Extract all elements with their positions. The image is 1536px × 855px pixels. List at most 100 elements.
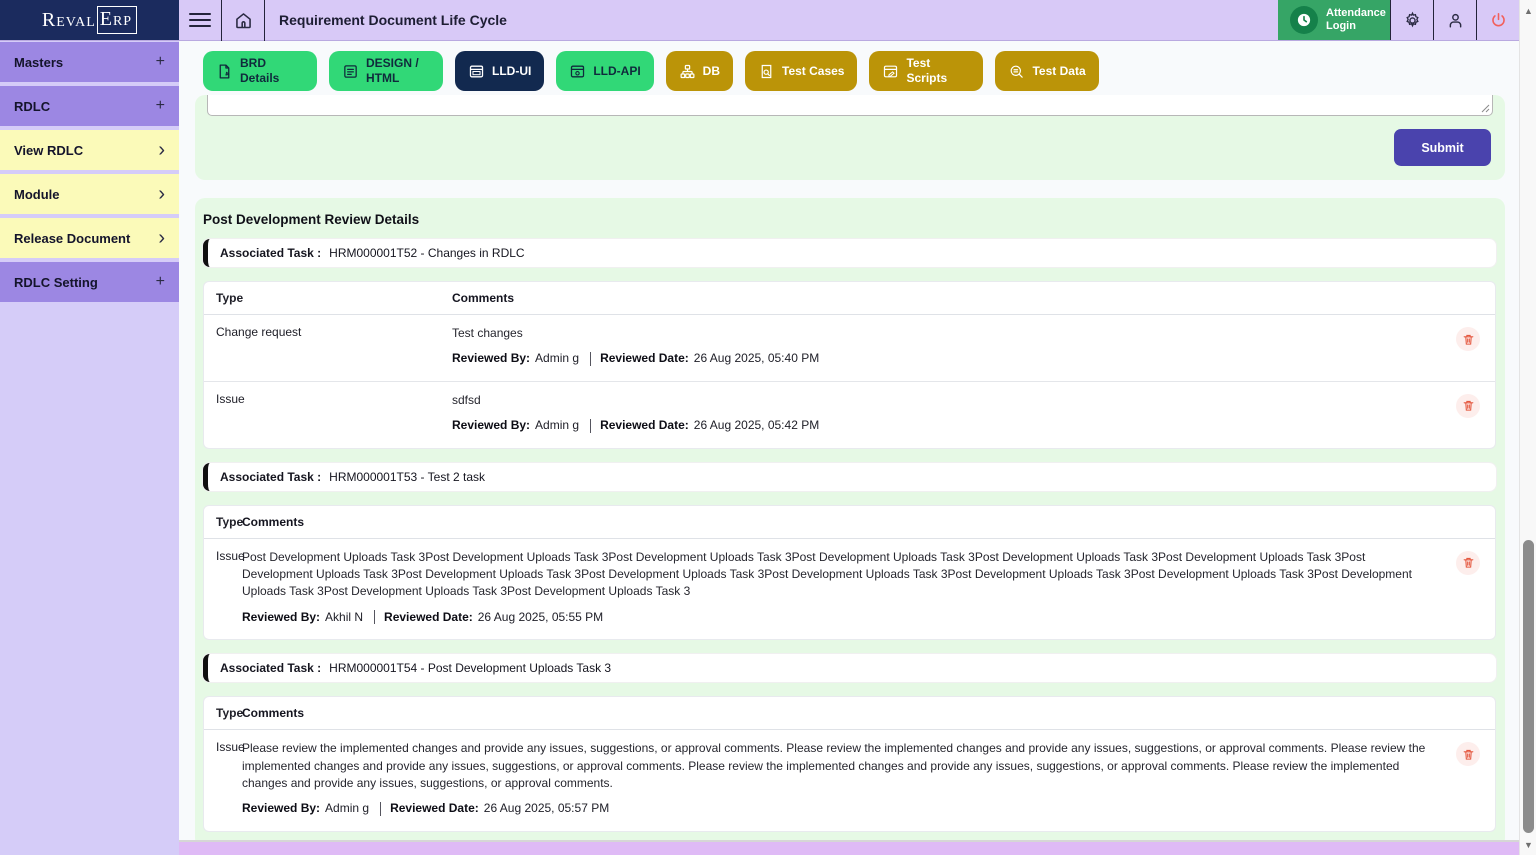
reviewed-date-label: Reviewed Date: bbox=[390, 800, 479, 817]
tab-lld-ui[interactable]: LLD-UI bbox=[455, 51, 544, 91]
reviewed-line: Reviewed By: Akhil N Reviewed Date: 26 A… bbox=[242, 609, 1435, 626]
plus-icon: + bbox=[156, 273, 165, 291]
logout-button[interactable] bbox=[1476, 0, 1519, 40]
associated-task-value: HRM000001T52 - Changes in RDLC bbox=[329, 246, 524, 260]
associated-task-value: HRM000001T54 - Post Development Uploads … bbox=[329, 661, 611, 675]
divider bbox=[590, 352, 591, 366]
window-icon bbox=[468, 63, 485, 80]
reviewed-date-value: 26 Aug 2025, 05:40 PM bbox=[694, 350, 819, 367]
window-edit-icon bbox=[882, 63, 899, 80]
table-row: Issue Please review the implemented chan… bbox=[204, 730, 1495, 831]
scroll-up-arrow-icon[interactable]: ▲ bbox=[1520, 2, 1536, 19]
home-button[interactable] bbox=[222, 0, 264, 41]
tab-test-data[interactable]: Test Data bbox=[995, 51, 1098, 91]
comment-submit-card: Submit bbox=[195, 95, 1505, 180]
tab-db[interactable]: DB bbox=[666, 51, 733, 91]
document-icon bbox=[216, 63, 233, 80]
main-content: BRD Details DESIGN / HTML LLD-UI LLD-API… bbox=[179, 41, 1519, 855]
divider bbox=[374, 610, 375, 624]
delete-button[interactable] bbox=[1456, 327, 1480, 351]
tab-test-scripts[interactable]: Test Scripts bbox=[869, 51, 983, 91]
associated-task-label: Associated Task : bbox=[220, 661, 321, 675]
tab-test-cases[interactable]: Test Cases bbox=[745, 51, 857, 91]
resize-handle[interactable] bbox=[1481, 104, 1490, 113]
tab-label: LLD-API bbox=[593, 64, 640, 79]
hamburger-menu-button[interactable] bbox=[179, 0, 221, 41]
col-header-type: Type bbox=[204, 515, 242, 529]
app-logo[interactable]: RevalErp bbox=[0, 0, 179, 40]
table-row: Change request Test changes Reviewed By:… bbox=[204, 315, 1495, 381]
review-table: Type Comments Change request Test change… bbox=[203, 281, 1496, 449]
tab-label: DESIGN / HTML bbox=[366, 56, 430, 86]
row-actions bbox=[1441, 392, 1495, 435]
trash-icon bbox=[1462, 399, 1475, 412]
associated-task-value: HRM000001T53 - Test 2 task bbox=[329, 470, 485, 484]
reviewed-by-value: Admin g bbox=[535, 417, 579, 434]
reviewed-line: Reviewed By: Admin g Reviewed Date: 26 A… bbox=[452, 417, 1435, 434]
comment-textarea[interactable] bbox=[207, 95, 1493, 116]
submit-row: Submit bbox=[207, 116, 1493, 166]
submit-button[interactable]: Submit bbox=[1394, 129, 1491, 166]
settings-button[interactable] bbox=[1390, 0, 1433, 40]
chevron-right-icon: › bbox=[158, 228, 165, 248]
delete-button[interactable] bbox=[1456, 394, 1480, 418]
col-header-type: Type bbox=[204, 706, 242, 720]
review-table: Type Comments Issue Post Development Upl… bbox=[203, 505, 1496, 641]
hamburger-icon bbox=[189, 9, 211, 31]
associated-task-bar: Associated Task : HRM000001T52 - Changes… bbox=[203, 239, 1496, 267]
attendance-login-button[interactable]: Attendance Login bbox=[1278, 0, 1390, 40]
bottom-strip bbox=[179, 840, 1519, 855]
profile-button[interactable] bbox=[1433, 0, 1476, 40]
divider bbox=[380, 802, 381, 816]
divider bbox=[264, 0, 265, 41]
tab-bar: BRD Details DESIGN / HTML LLD-UI LLD-API… bbox=[203, 51, 1519, 91]
sidebar-item-masters[interactable]: Masters + bbox=[0, 42, 179, 82]
plus-icon: + bbox=[156, 97, 165, 115]
comment-text: Post Development Uploads Task 3Post Deve… bbox=[242, 549, 1435, 601]
delete-button[interactable] bbox=[1456, 742, 1480, 766]
search-data-icon bbox=[1008, 63, 1025, 80]
reviewed-by-label: Reviewed By: bbox=[242, 800, 320, 817]
row-type: Issue bbox=[204, 740, 242, 818]
api-window-icon bbox=[569, 63, 586, 80]
row-actions bbox=[1441, 740, 1495, 818]
table-row: Issue Post Development Uploads Task 3Pos… bbox=[204, 539, 1495, 640]
col-header-comments: Comments bbox=[242, 515, 1441, 529]
trash-icon bbox=[1462, 333, 1475, 346]
page-title: Requirement Document Life Cycle bbox=[279, 12, 507, 28]
sidebar-item-label: Masters bbox=[14, 55, 63, 70]
sidebar-item-label: Module bbox=[14, 187, 60, 202]
trash-icon bbox=[1462, 748, 1475, 761]
tab-lld-api[interactable]: LLD-API bbox=[556, 51, 653, 91]
tab-label: BRD Details bbox=[240, 56, 304, 86]
col-header-type: Type bbox=[204, 291, 452, 305]
row-comments: Test changes Reviewed By: Admin g Review… bbox=[452, 325, 1441, 368]
comment-text: Please review the implemented changes an… bbox=[242, 740, 1435, 792]
sidebar-item-rdlc-setting[interactable]: RDLC Setting + bbox=[0, 262, 179, 302]
row-actions bbox=[1441, 325, 1495, 368]
reviewed-line: Reviewed By: Admin g Reviewed Date: 26 A… bbox=[242, 800, 1435, 817]
associated-task-bar: Associated Task : HRM000001T53 - Test 2 … bbox=[203, 463, 1496, 491]
delete-button[interactable] bbox=[1456, 551, 1480, 575]
tab-design-html[interactable]: DESIGN / HTML bbox=[329, 51, 443, 91]
row-actions bbox=[1441, 549, 1495, 627]
sidebar: Masters + RDLC + View RDLC › Module › Re… bbox=[0, 41, 179, 855]
scrollbar-thumb[interactable] bbox=[1523, 540, 1534, 833]
sidebar-item-label: View RDLC bbox=[14, 143, 83, 158]
table-header: Type Comments bbox=[204, 697, 1495, 730]
vertical-scrollbar[interactable]: ▲ ▼ bbox=[1519, 0, 1536, 855]
scroll-down-arrow-icon[interactable]: ▼ bbox=[1520, 836, 1536, 853]
logo-part-2: Erp bbox=[97, 6, 137, 34]
table-header: Type Comments bbox=[204, 506, 1495, 539]
review-heading: Post Development Review Details bbox=[203, 212, 1496, 227]
sidebar-item-release-document[interactable]: Release Document › bbox=[0, 218, 179, 258]
sitemap-icon bbox=[679, 63, 696, 80]
sidebar-item-view-rdlc[interactable]: View RDLC › bbox=[0, 130, 179, 170]
reviewed-by-label: Reviewed By: bbox=[452, 417, 530, 434]
tab-brd-details[interactable]: BRD Details bbox=[203, 51, 317, 91]
sidebar-item-rdlc[interactable]: RDLC + bbox=[0, 86, 179, 126]
col-header-comments: Comments bbox=[242, 706, 1441, 720]
sidebar-item-module[interactable]: Module › bbox=[0, 174, 179, 214]
top-bar-right: Attendance Login bbox=[1278, 0, 1519, 40]
associated-task-label: Associated Task : bbox=[220, 246, 321, 260]
